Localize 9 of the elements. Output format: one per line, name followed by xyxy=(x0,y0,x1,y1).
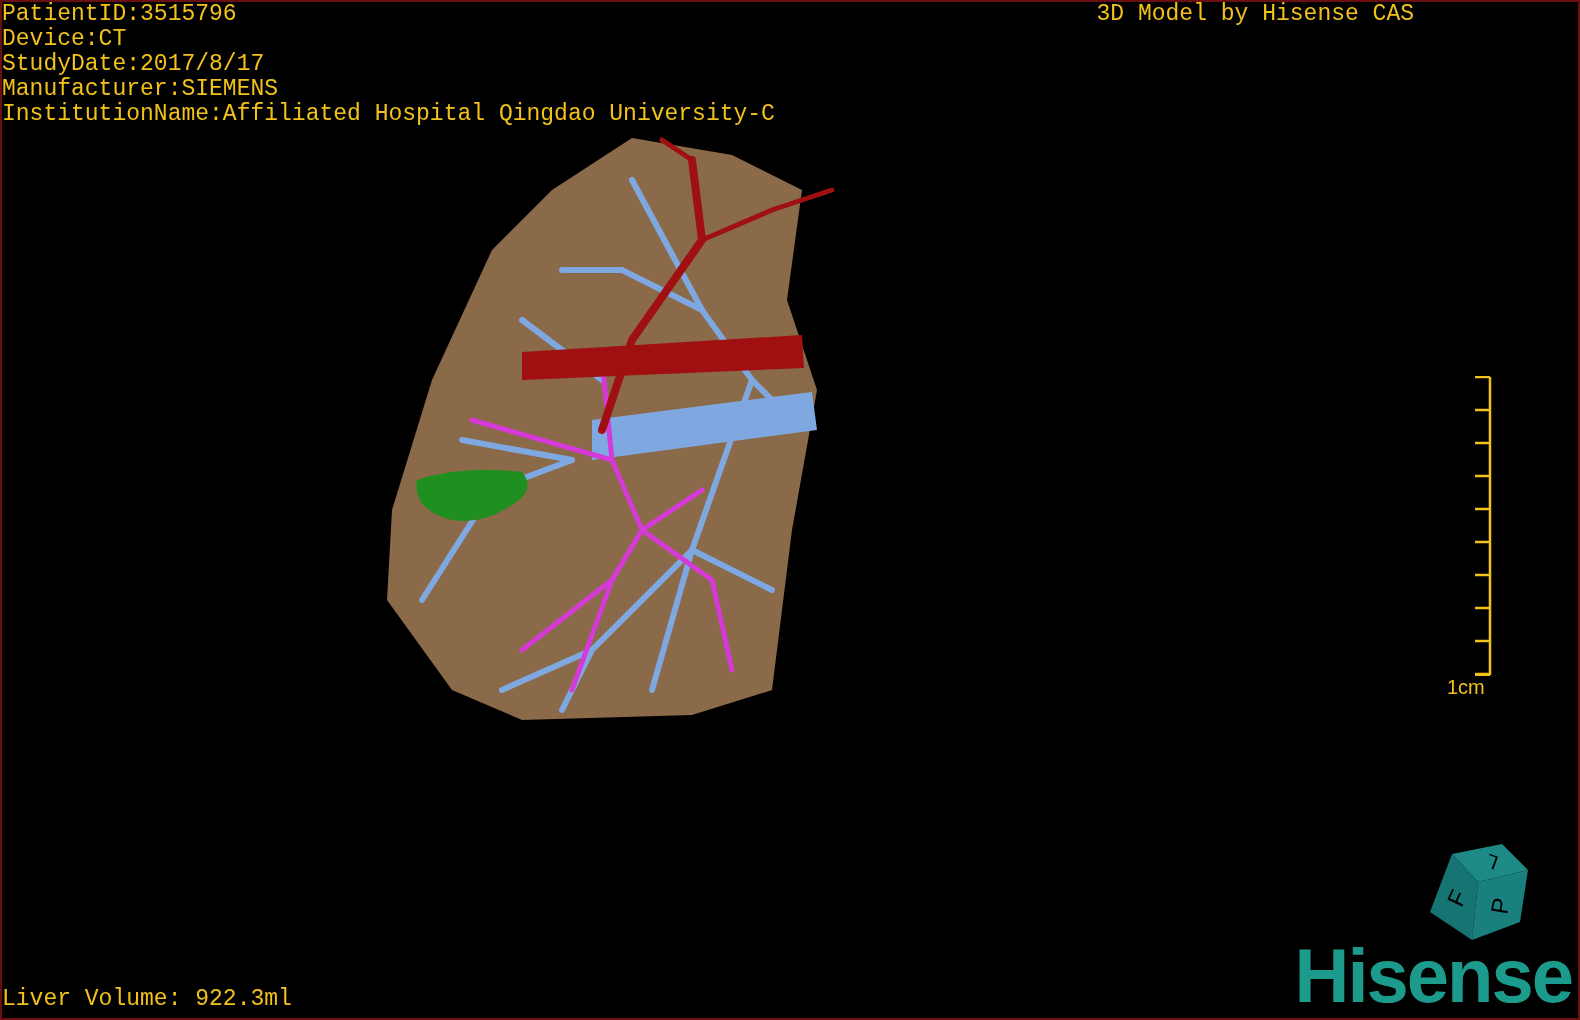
liver-volume-text: Liver Volume: 922.3ml xyxy=(2,987,292,1012)
patient-info-text: Device:CT xyxy=(2,27,128,52)
orientation-cube[interactable]: F L P xyxy=(1430,842,1530,942)
patient-info-text: StudyDate:2017/8/17 xyxy=(2,52,266,77)
patient-info-text: PatientID:3515796 xyxy=(2,2,238,27)
scale-label: 1cm xyxy=(1447,676,1485,698)
patient-info-text: Manufacturer:SIEMENS xyxy=(2,77,280,102)
software-title: 3D Model by Hisense CAS xyxy=(1096,2,1414,29)
patient-info-text: InstitutionName:Affiliated Hospital Qingdao University-C xyxy=(2,102,775,127)
